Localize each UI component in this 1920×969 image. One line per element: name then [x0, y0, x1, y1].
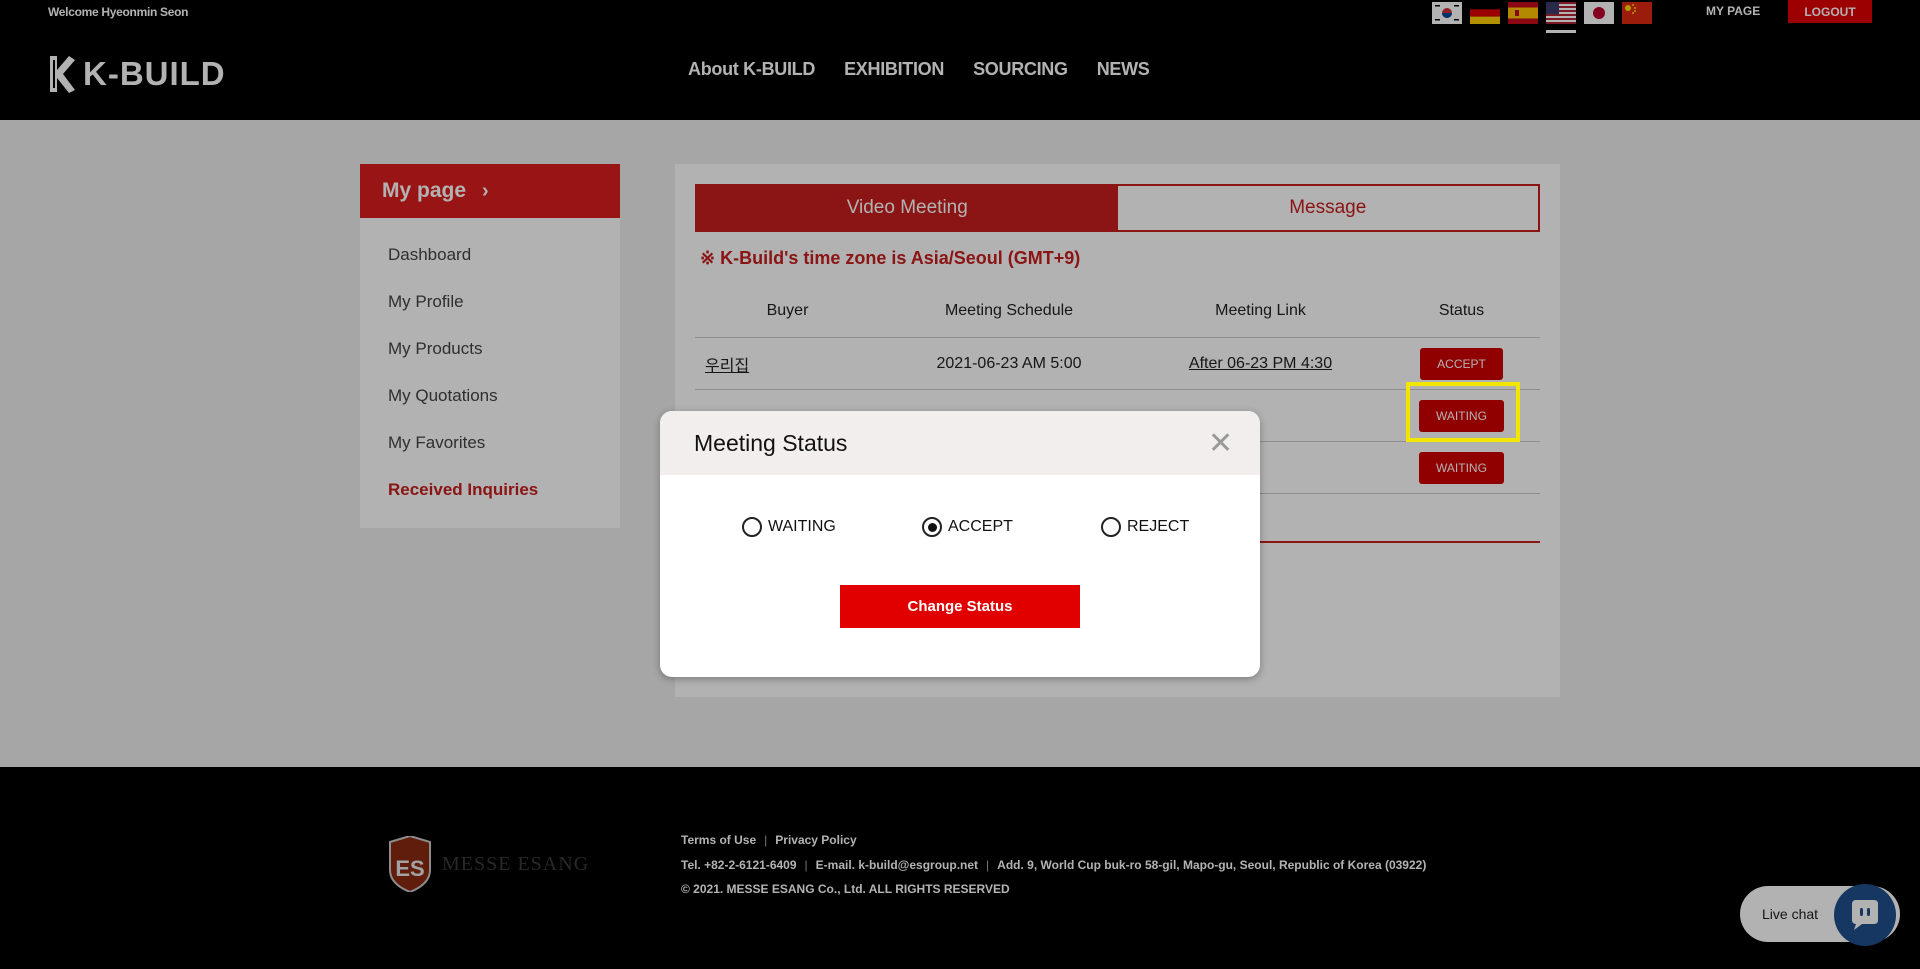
radio-waiting[interactable]: WAITING	[742, 517, 836, 537]
radio-label-waiting: WAITING	[768, 518, 836, 535]
radio-label-reject: REJECT	[1127, 518, 1190, 535]
change-status-button[interactable]: Change Status	[840, 585, 1080, 628]
radio-circle	[1101, 517, 1121, 537]
meeting-status-modal: Meeting Status ✕ WAITING ACCEPT REJECT C…	[660, 411, 1260, 677]
radio-circle-checked	[922, 517, 942, 537]
close-icon[interactable]: ✕	[1208, 429, 1233, 459]
radio-reject[interactable]: REJECT	[1101, 517, 1189, 537]
highlight-box	[1406, 382, 1520, 442]
radio-accept[interactable]: ACCEPT	[922, 517, 1013, 537]
radio-circle	[742, 517, 762, 537]
radio-label-accept: ACCEPT	[948, 518, 1013, 535]
modal-title: Meeting Status	[694, 429, 848, 456]
modal-header: Meeting Status	[660, 411, 1260, 475]
